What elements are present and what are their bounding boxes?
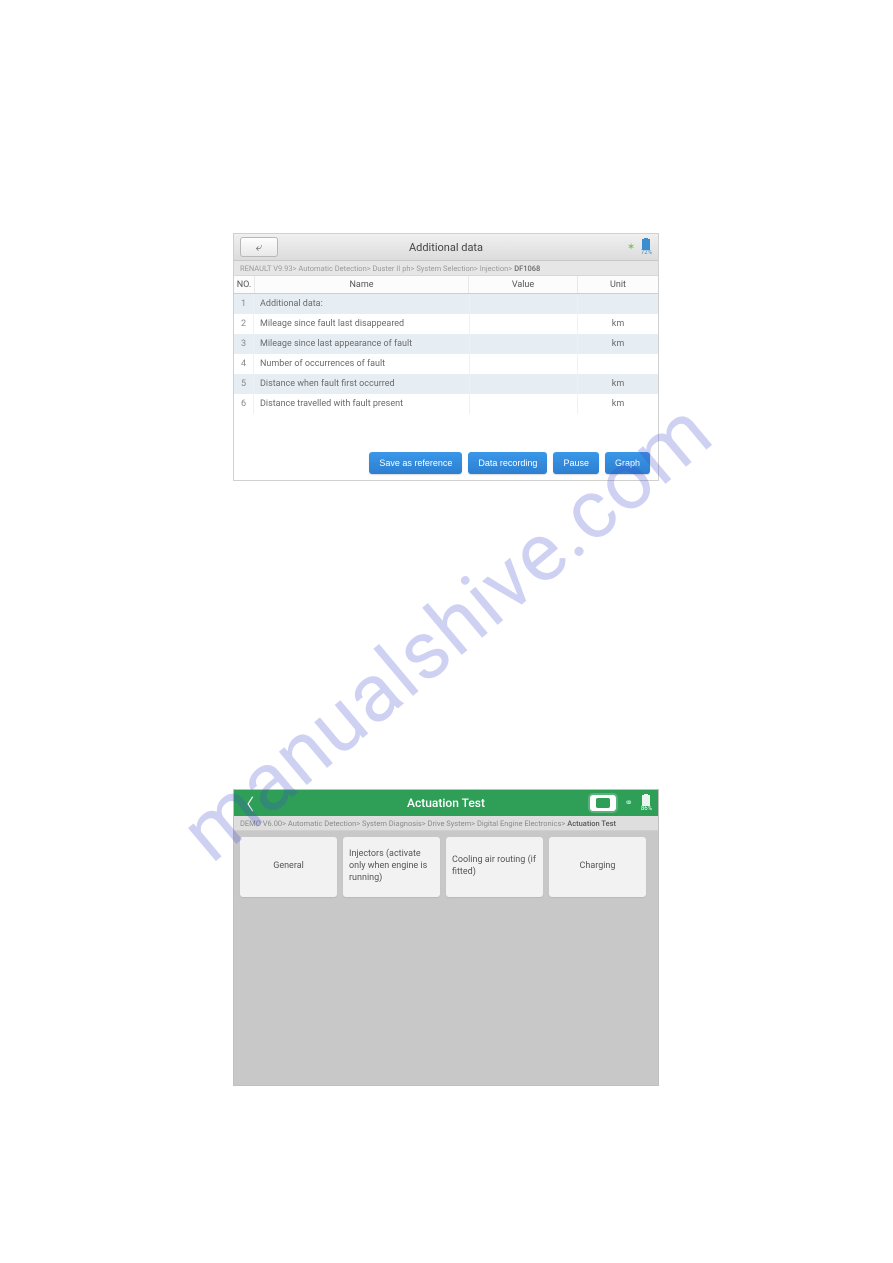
panel1-footer: Save as reference Data recording Pause G… <box>369 452 650 474</box>
cell-unit: km <box>578 394 658 414</box>
cell-no: 2 <box>234 314 254 334</box>
actuation-test-panel: 〈 Actuation Test ⚭ 86% DEMO V6.00> Autom… <box>233 789 659 1086</box>
cell-unit: km <box>578 314 658 334</box>
panel1-title: Additional data <box>234 241 658 254</box>
actuation-cards: General Injectors (activate only when en… <box>234 831 658 903</box>
cell-unit: km <box>578 374 658 394</box>
cell-unit <box>578 354 658 374</box>
cell-name: Additional data: <box>254 294 470 314</box>
cell-no: 6 <box>234 394 254 414</box>
cell-value <box>470 334 578 354</box>
cell-name: Distance travelled with fault present <box>254 394 470 414</box>
table-rows: 1 Additional data: 2 Mileage since fault… <box>234 294 658 414</box>
chat-icon <box>596 798 610 808</box>
table-row[interactable]: 1 Additional data: <box>234 294 658 314</box>
chevron-left-icon: 〈 <box>238 791 254 815</box>
cell-no: 1 <box>234 294 254 314</box>
panel1-breadcrumb: RENAULT V9.93> Automatic Detection> Dust… <box>234 261 658 276</box>
cell-name: Mileage since fault last disappeared <box>254 314 470 334</box>
card-cooling[interactable]: Cooling air routing (if fitted) <box>446 837 543 897</box>
col-header-unit: Unit <box>578 276 658 293</box>
back-icon: ⤶ <box>256 240 263 255</box>
cell-value <box>470 314 578 334</box>
cell-name: Mileage since last appearance of fault <box>254 334 470 354</box>
card-general[interactable]: General <box>240 837 337 897</box>
breadcrumb-current: Actuation Test <box>567 819 616 828</box>
save-reference-button[interactable]: Save as reference <box>369 452 462 474</box>
link-icon: ⚭ <box>624 798 632 809</box>
additional-data-panel: ⤶ Additional data ✶ 72% RENAULT V9.93> A… <box>233 233 659 481</box>
col-header-no: NO. <box>234 276 255 293</box>
cell-value <box>470 294 578 314</box>
cell-name: Number of occurrences of fault <box>254 354 470 374</box>
col-header-value: Value <box>469 276 578 293</box>
table-row[interactable]: 5 Distance when fault first occurred km <box>234 374 658 394</box>
panel1-header: ⤶ Additional data ✶ 72% <box>234 234 658 261</box>
battery-indicator: 86% <box>641 795 652 812</box>
cell-value <box>470 354 578 374</box>
battery-text: 86% <box>641 806 652 812</box>
breadcrumb-path: RENAULT V9.93> Automatic Detection> Dust… <box>240 264 512 273</box>
panel2-header: 〈 Actuation Test ⚭ 86% <box>234 790 658 816</box>
table-row[interactable]: 6 Distance travelled with fault present … <box>234 394 658 414</box>
data-recording-button[interactable]: Data recording <box>468 452 547 474</box>
col-header-name: Name <box>255 276 469 293</box>
battery-indicator: 72% <box>641 239 652 256</box>
table-row[interactable]: 2 Mileage since fault last disappeared k… <box>234 314 658 334</box>
table-header: NO. Name Value Unit <box>234 276 658 294</box>
cell-no: 4 <box>234 354 254 374</box>
cell-value <box>470 374 578 394</box>
cell-unit <box>578 294 658 314</box>
breadcrumb-path: DEMO V6.00> Automatic Detection> System … <box>240 819 565 828</box>
chat-button[interactable] <box>590 795 616 811</box>
battery-text: 72% <box>641 250 652 256</box>
card-charging[interactable]: Charging <box>549 837 646 897</box>
cell-value <box>470 394 578 414</box>
panel2-status-area: ⚭ 86% <box>590 795 652 812</box>
breadcrumb-current: DF1068 <box>514 264 540 273</box>
battery-icon <box>642 239 650 250</box>
cell-no: 3 <box>234 334 254 354</box>
panel1-status-area: ✶ 72% <box>627 239 652 256</box>
panel2-breadcrumb: DEMO V6.00> Automatic Detection> System … <box>234 816 658 831</box>
back-button[interactable]: ⤶ <box>240 237 278 257</box>
pause-button[interactable]: Pause <box>553 452 599 474</box>
card-injectors[interactable]: Injectors (activate only when engine is … <box>343 837 440 897</box>
cell-unit: km <box>578 334 658 354</box>
cell-no: 5 <box>234 374 254 394</box>
battery-icon <box>642 795 650 806</box>
cell-name: Distance when fault first occurred <box>254 374 470 394</box>
signal-icon: ✶ <box>627 242 637 252</box>
table-row[interactable]: 3 Mileage since last appearance of fault… <box>234 334 658 354</box>
graph-button[interactable]: Graph <box>605 452 650 474</box>
table-row[interactable]: 4 Number of occurrences of fault <box>234 354 658 374</box>
back-button[interactable]: 〈 <box>234 790 258 816</box>
